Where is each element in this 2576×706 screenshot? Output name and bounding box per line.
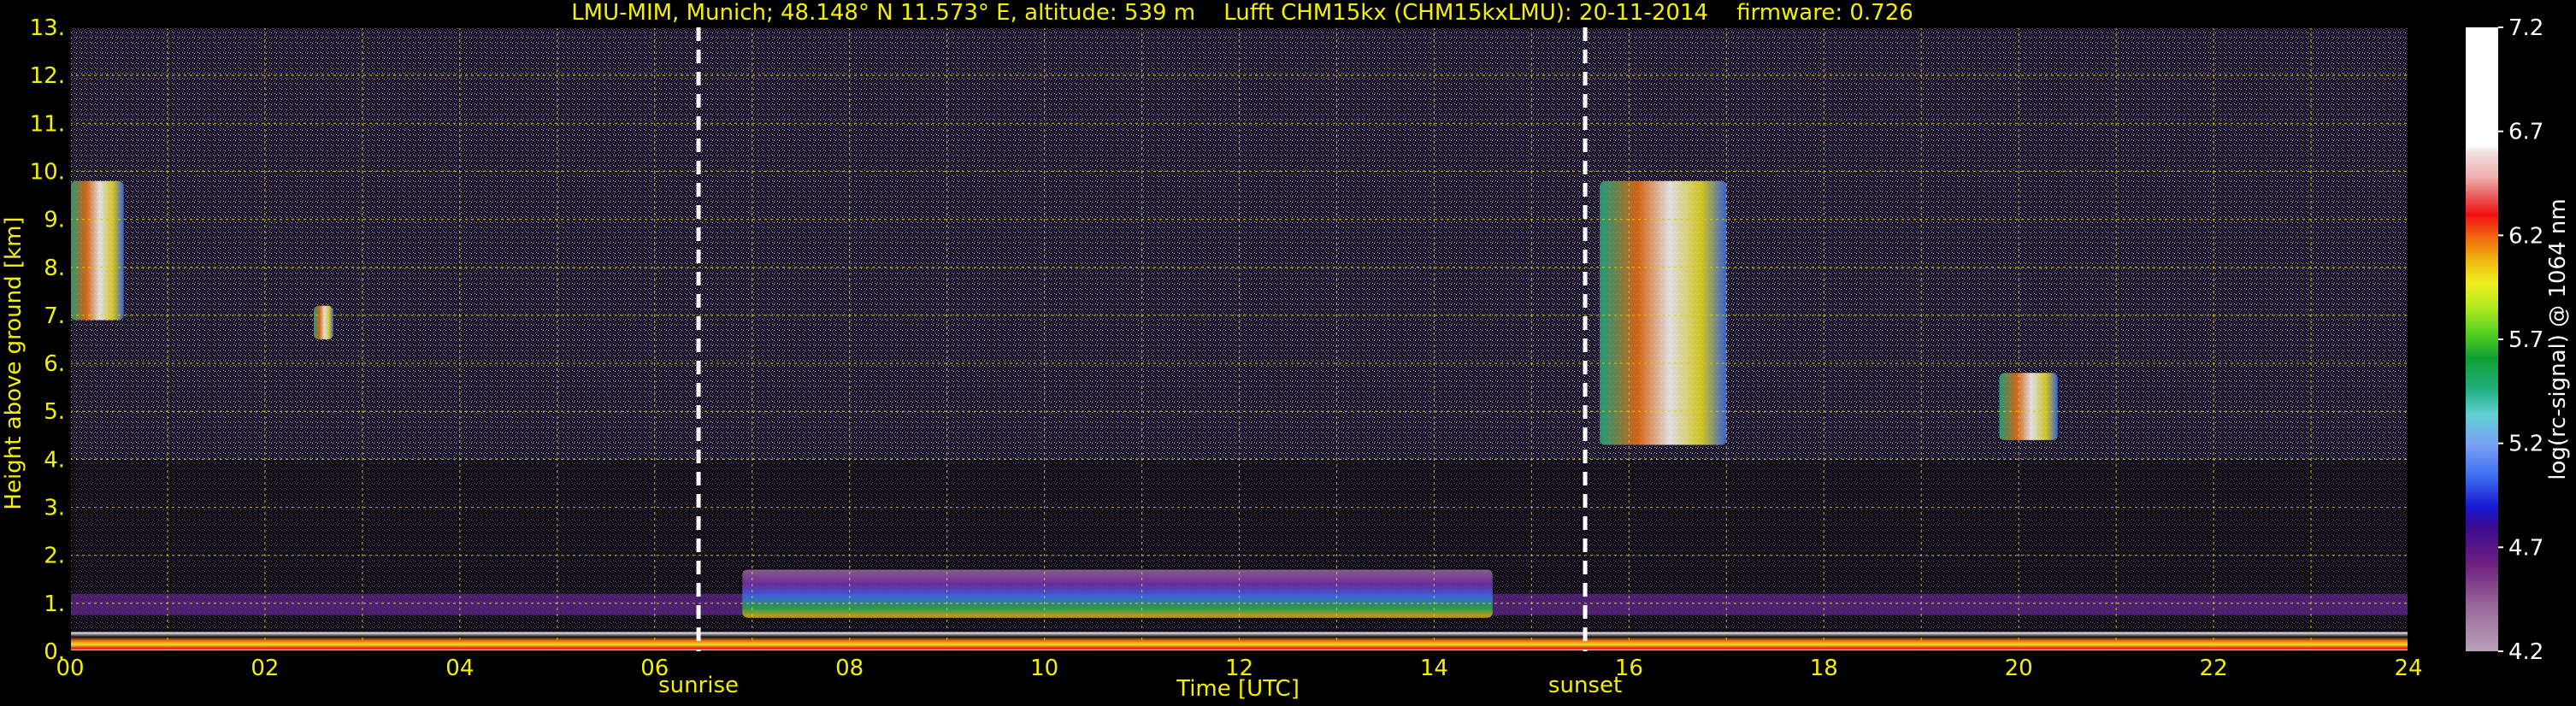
y-tick-label: 0. — [44, 639, 65, 665]
y-tick-label: 7. — [44, 303, 65, 329]
y-tick-label: 5. — [44, 399, 65, 425]
colorbar-label: log(rc-signal) @ 1064 nm — [2545, 198, 2571, 479]
x-tick-label: 16 — [1615, 656, 1643, 681]
colorbar-ticks: 4.2 4.7 5.2 5.7 6.2 6.7 7.2 — [2498, 15, 2544, 665]
y-tick-label: 10. — [30, 159, 65, 185]
chart-svg: sunrise sunset 00 02 04 06 08 10 12 14 16 18 20 22 24… — [1, 0, 2571, 702]
chart-title: LMU-MIM, Munich; 48.148° N 11.573° E, al… — [571, 0, 1913, 26]
x-tick-label: 22 — [2200, 656, 2228, 681]
colorbar-tick-label: 6.7 — [2508, 120, 2544, 145]
y-tick-label: 6. — [44, 351, 65, 377]
x-tick-label: 24 — [2394, 656, 2422, 681]
sunset-label: sunset — [1548, 673, 1622, 698]
x-tick-label: 08 — [835, 656, 864, 681]
colorbar-tick-label: 5.2 — [2508, 432, 2544, 457]
y-tick-label: 13. — [30, 15, 65, 41]
y-tick-label: 8. — [44, 256, 65, 281]
sunrise-label: sunrise — [658, 673, 739, 698]
y-tick-label: 12. — [30, 63, 65, 89]
lidar-chart: sunrise sunset 00 02 04 06 08 10 12 14 16 18 20 22 24… — [0, 0, 2576, 706]
x-tick-label: 14 — [1420, 656, 1448, 681]
y-tick-label: 9. — [44, 208, 65, 233]
y-tick-label: 4. — [44, 447, 65, 473]
x-tick-label: 20 — [2005, 656, 2033, 681]
x-tick-label: 10 — [1030, 656, 1058, 681]
feature-cirrus-small — [313, 305, 333, 339]
y-tick-label: 2. — [44, 544, 65, 569]
feature-residual-layer — [742, 569, 1493, 618]
x-tick-label: 04 — [445, 656, 474, 681]
y-tick-label: 11. — [30, 111, 65, 137]
feature-cirrus-early — [70, 180, 124, 321]
y-tick-labels: 0. 1. 2. 3. 4. 5. 6. 7. 8. 9. 10. 11. 12. 13. — [30, 15, 65, 665]
y-tick-label: 1. — [44, 591, 65, 617]
x-tick-label: 06 — [640, 656, 669, 681]
colorbar-tick-label: 7.2 — [2508, 15, 2544, 41]
x-axis-label: Time [UTC] — [1176, 676, 1300, 702]
colorbar-tick-label: 5.7 — [2508, 327, 2544, 353]
feature-boundary-layer — [70, 632, 2408, 651]
x-tick-label: 02 — [251, 656, 279, 681]
y-axis-label: Height above ground [km] — [1, 216, 27, 509]
colorbar-tick-label: 4.7 — [2508, 535, 2544, 561]
x-tick-label: 18 — [1810, 656, 1838, 681]
colorbar-tick-label: 6.2 — [2508, 223, 2544, 249]
feature-cloud-late — [1999, 373, 2058, 440]
y-tick-label: 3. — [44, 496, 65, 521]
colorbar — [2466, 27, 2498, 651]
colorbar-tick-label: 4.2 — [2508, 639, 2544, 665]
feature-cloud-evening — [1600, 180, 1727, 445]
